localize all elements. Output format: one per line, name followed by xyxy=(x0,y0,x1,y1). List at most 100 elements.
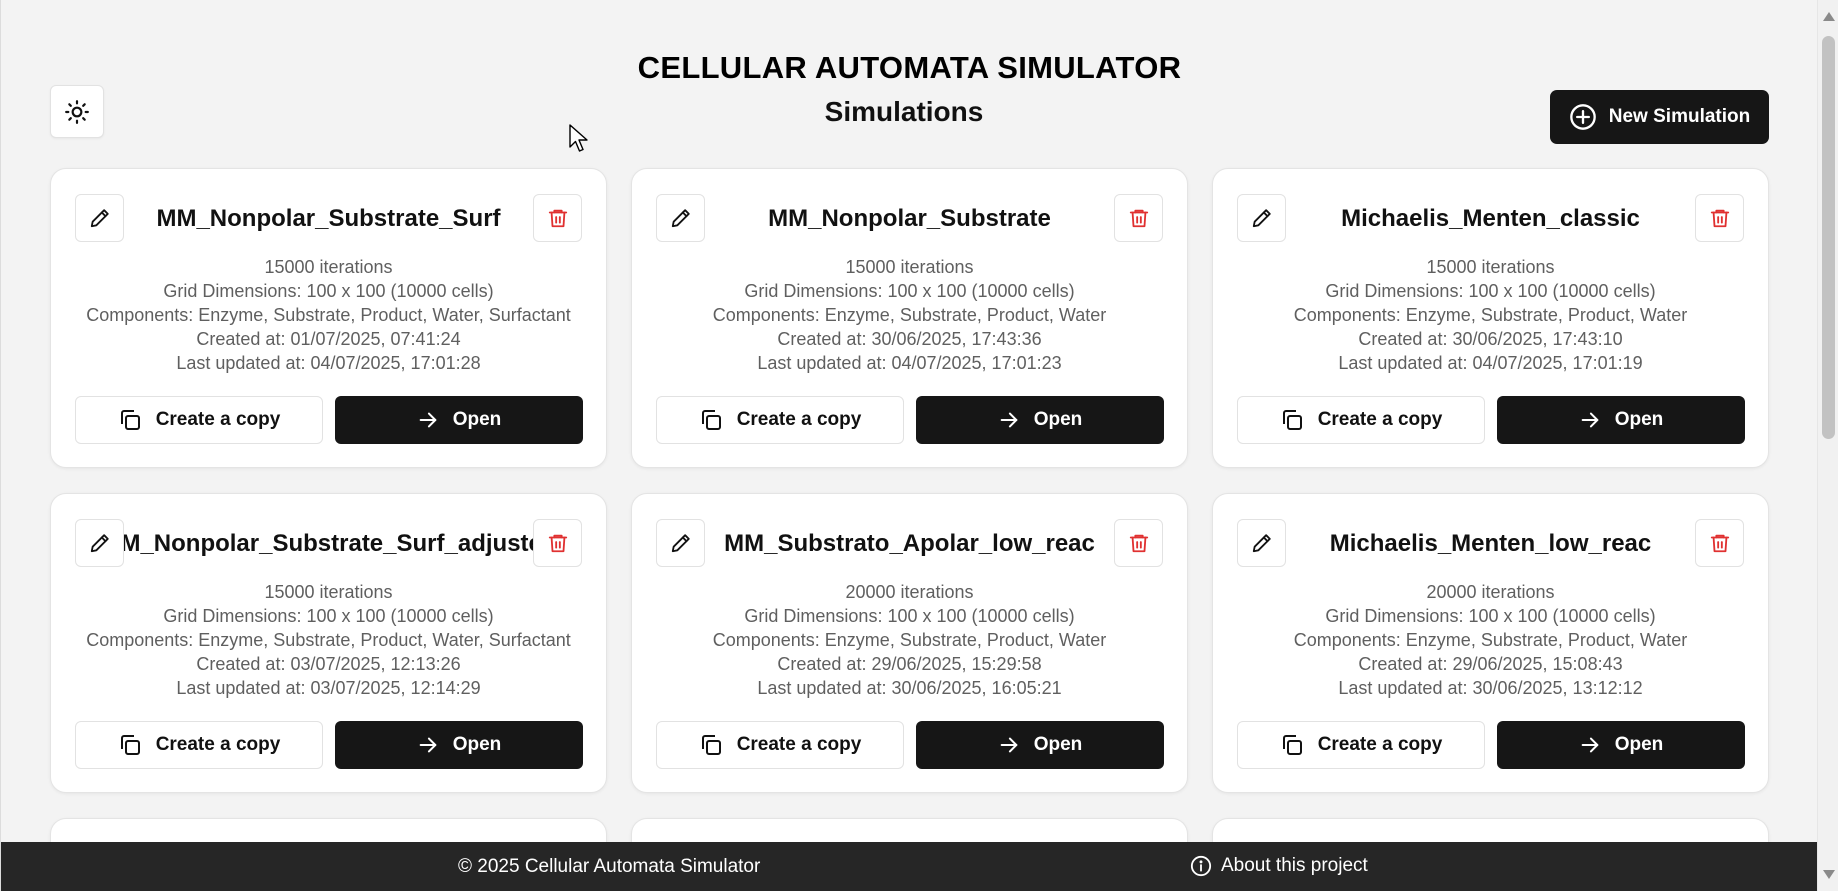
grid-dimensions-text: Grid Dimensions: 100 x 100 (10000 cells) xyxy=(1325,281,1656,301)
iterations-text: 20000 iterations xyxy=(845,582,974,602)
updated-at-text: Last updated at: 30/06/2025, 16:05:21 xyxy=(757,678,1062,698)
create-copy-button[interactable]: Create a copy xyxy=(75,396,323,444)
edit-button[interactable] xyxy=(656,194,705,242)
info-icon xyxy=(1190,855,1212,877)
created-at-text: Created at: 29/06/2025, 15:08:43 xyxy=(1358,654,1623,674)
delete-button[interactable] xyxy=(533,194,582,242)
components-text: Components: Enzyme, Substrate, Product, … xyxy=(1293,305,1688,325)
simulation-details: 15000 iterations Grid Dimensions: 100 x 1… xyxy=(632,255,1187,375)
create-copy-label: Create a copy xyxy=(155,409,281,430)
scroll-up-arrow-icon[interactable] xyxy=(1823,12,1835,21)
new-simulation-label: New Simulation xyxy=(1608,106,1751,127)
app-title: CELLULAR AUTOMATA SIMULATOR xyxy=(637,50,1182,85)
page-title: Simulations xyxy=(824,96,984,127)
arrow-right-icon xyxy=(1000,737,1018,753)
edit-button[interactable] xyxy=(75,519,124,567)
copy-icon xyxy=(120,735,140,755)
pencil-icon xyxy=(1252,534,1271,553)
create-copy-label: Create a copy xyxy=(155,734,281,755)
delete-button[interactable] xyxy=(1695,519,1744,567)
copy-icon xyxy=(1282,735,1302,755)
grid-dimensions-text: Grid Dimensions: 100 x 100 (10000 cells) xyxy=(1325,606,1656,626)
simulation-details: 20000 iterations Grid Dimensions: 100 x 1… xyxy=(1213,580,1768,700)
simulation-name: Michaelis_Menten_low_reac xyxy=(1329,530,1652,557)
simulation-card: MM_Nonpolar_Substrate_Surf_adjusted 15000… xyxy=(50,493,607,793)
trash-icon xyxy=(548,209,567,228)
create-copy-label: Create a copy xyxy=(1317,409,1443,430)
create-copy-label: Create a copy xyxy=(1317,734,1443,755)
open-button[interactable]: Open xyxy=(335,396,583,444)
simulation-details: 20000 iterations Grid Dimensions: 100 x 1… xyxy=(632,580,1187,700)
simulation-card: MM_Nonpolar_Substrate_Surf 15000 iteratio… xyxy=(50,168,607,468)
simulation-card: Michaelis_Menten_classic 15000 iterations… xyxy=(1212,168,1769,468)
edit-button[interactable] xyxy=(1237,519,1286,567)
updated-at-text: Last updated at: 30/06/2025, 13:12:12 xyxy=(1338,678,1643,698)
trash-icon xyxy=(1129,534,1148,553)
created-at-text: Created at: 03/07/2025, 12:13:26 xyxy=(196,654,461,674)
arrow-right-icon xyxy=(1581,412,1599,428)
create-copy-label: Create a copy xyxy=(736,734,862,755)
updated-at-text: Last updated at: 03/07/2025, 12:14:29 xyxy=(176,678,481,698)
iterations-text: 15000 iterations xyxy=(1426,257,1555,277)
iterations-text: 15000 iterations xyxy=(845,257,974,277)
copy-icon xyxy=(701,410,721,430)
about-link[interactable]: About this project xyxy=(1190,855,1368,877)
trash-icon xyxy=(1710,209,1729,228)
create-copy-button[interactable]: Create a copy xyxy=(656,721,904,769)
open-label: Open xyxy=(1033,734,1083,755)
edit-button[interactable] xyxy=(656,519,705,567)
iterations-text: 15000 iterations xyxy=(264,582,393,602)
pencil-icon xyxy=(671,534,690,553)
components-text: Components: Enzyme, Substrate, Product, … xyxy=(86,305,571,325)
copy-icon xyxy=(701,735,721,755)
simulation-details: 15000 iterations Grid Dimensions: 100 x 1… xyxy=(51,580,606,700)
components-text: Components: Enzyme, Substrate, Product, … xyxy=(86,630,571,650)
grid-dimensions-text: Grid Dimensions: 100 x 100 (10000 cells) xyxy=(744,606,1075,626)
open-label: Open xyxy=(1033,409,1083,430)
scrollbar-thumb[interactable] xyxy=(1822,36,1835,439)
delete-button[interactable] xyxy=(1695,194,1744,242)
delete-button[interactable] xyxy=(1114,194,1163,242)
simulation-card: Michaelis_Menten_low_reac 20000 iteration… xyxy=(1212,493,1769,793)
components-text: Components: Enzyme, Substrate, Product, … xyxy=(712,630,1107,650)
scroll-down-arrow-icon[interactable] xyxy=(1823,870,1835,879)
footer-copyright: © 2025 Cellular Automata Simulator xyxy=(458,856,761,877)
created-at-text: Created at: 30/06/2025, 17:43:36 xyxy=(777,329,1042,349)
delete-button[interactable] xyxy=(1114,519,1163,567)
simulation-name: MM_Nonpolar_Substrate_Surf xyxy=(156,205,501,232)
simulation-name: MM_Substrato_Apolar_low_reac xyxy=(724,530,1095,557)
created-at-text: Created at: 29/06/2025, 15:29:58 xyxy=(777,654,1042,674)
create-copy-button[interactable]: Create a copy xyxy=(1237,721,1485,769)
open-label: Open xyxy=(452,734,502,755)
create-copy-label: Create a copy xyxy=(736,409,862,430)
create-copy-button[interactable]: Create a copy xyxy=(1237,396,1485,444)
open-label: Open xyxy=(1614,734,1664,755)
arrow-right-icon xyxy=(419,737,437,753)
created-at-text: Created at: 01/07/2025, 07:41:24 xyxy=(196,329,461,349)
delete-button[interactable] xyxy=(533,519,582,567)
simulation-name: MM_Nonpolar_Substrate_Surf_adjusted xyxy=(100,530,557,557)
pencil-icon xyxy=(1252,209,1271,228)
new-simulation-button[interactable]: New Simulation xyxy=(1550,90,1769,144)
copy-icon xyxy=(120,410,140,430)
create-copy-button[interactable]: Create a copy xyxy=(75,721,323,769)
edit-button[interactable] xyxy=(75,194,124,242)
pencil-icon xyxy=(90,209,109,228)
arrow-right-icon xyxy=(1581,737,1599,753)
open-button[interactable]: Open xyxy=(1497,396,1745,444)
page-viewport: CELLULAR AUTOMATA SIMULATOR Simulations … xyxy=(0,0,1817,891)
simulation-grid: MM_Nonpolar_Substrate_Surf 15000 iteratio… xyxy=(50,168,1769,858)
edit-button[interactable] xyxy=(1237,194,1286,242)
pencil-icon xyxy=(90,534,109,553)
iterations-text: 15000 iterations xyxy=(264,257,393,277)
open-button[interactable]: Open xyxy=(335,721,583,769)
vertical-scrollbar[interactable] xyxy=(1817,0,1838,891)
updated-at-text: Last updated at: 04/07/2025, 17:01:28 xyxy=(176,353,481,373)
open-button[interactable]: Open xyxy=(1497,721,1745,769)
updated-at-text: Last updated at: 04/07/2025, 17:01:19 xyxy=(1338,353,1643,373)
simulation-name: MM_Nonpolar_Substrate xyxy=(768,205,1051,232)
open-button[interactable]: Open xyxy=(916,721,1164,769)
open-button[interactable]: Open xyxy=(916,396,1164,444)
grid-dimensions-text: Grid Dimensions: 100 x 100 (10000 cells) xyxy=(163,281,494,301)
create-copy-button[interactable]: Create a copy xyxy=(656,396,904,444)
